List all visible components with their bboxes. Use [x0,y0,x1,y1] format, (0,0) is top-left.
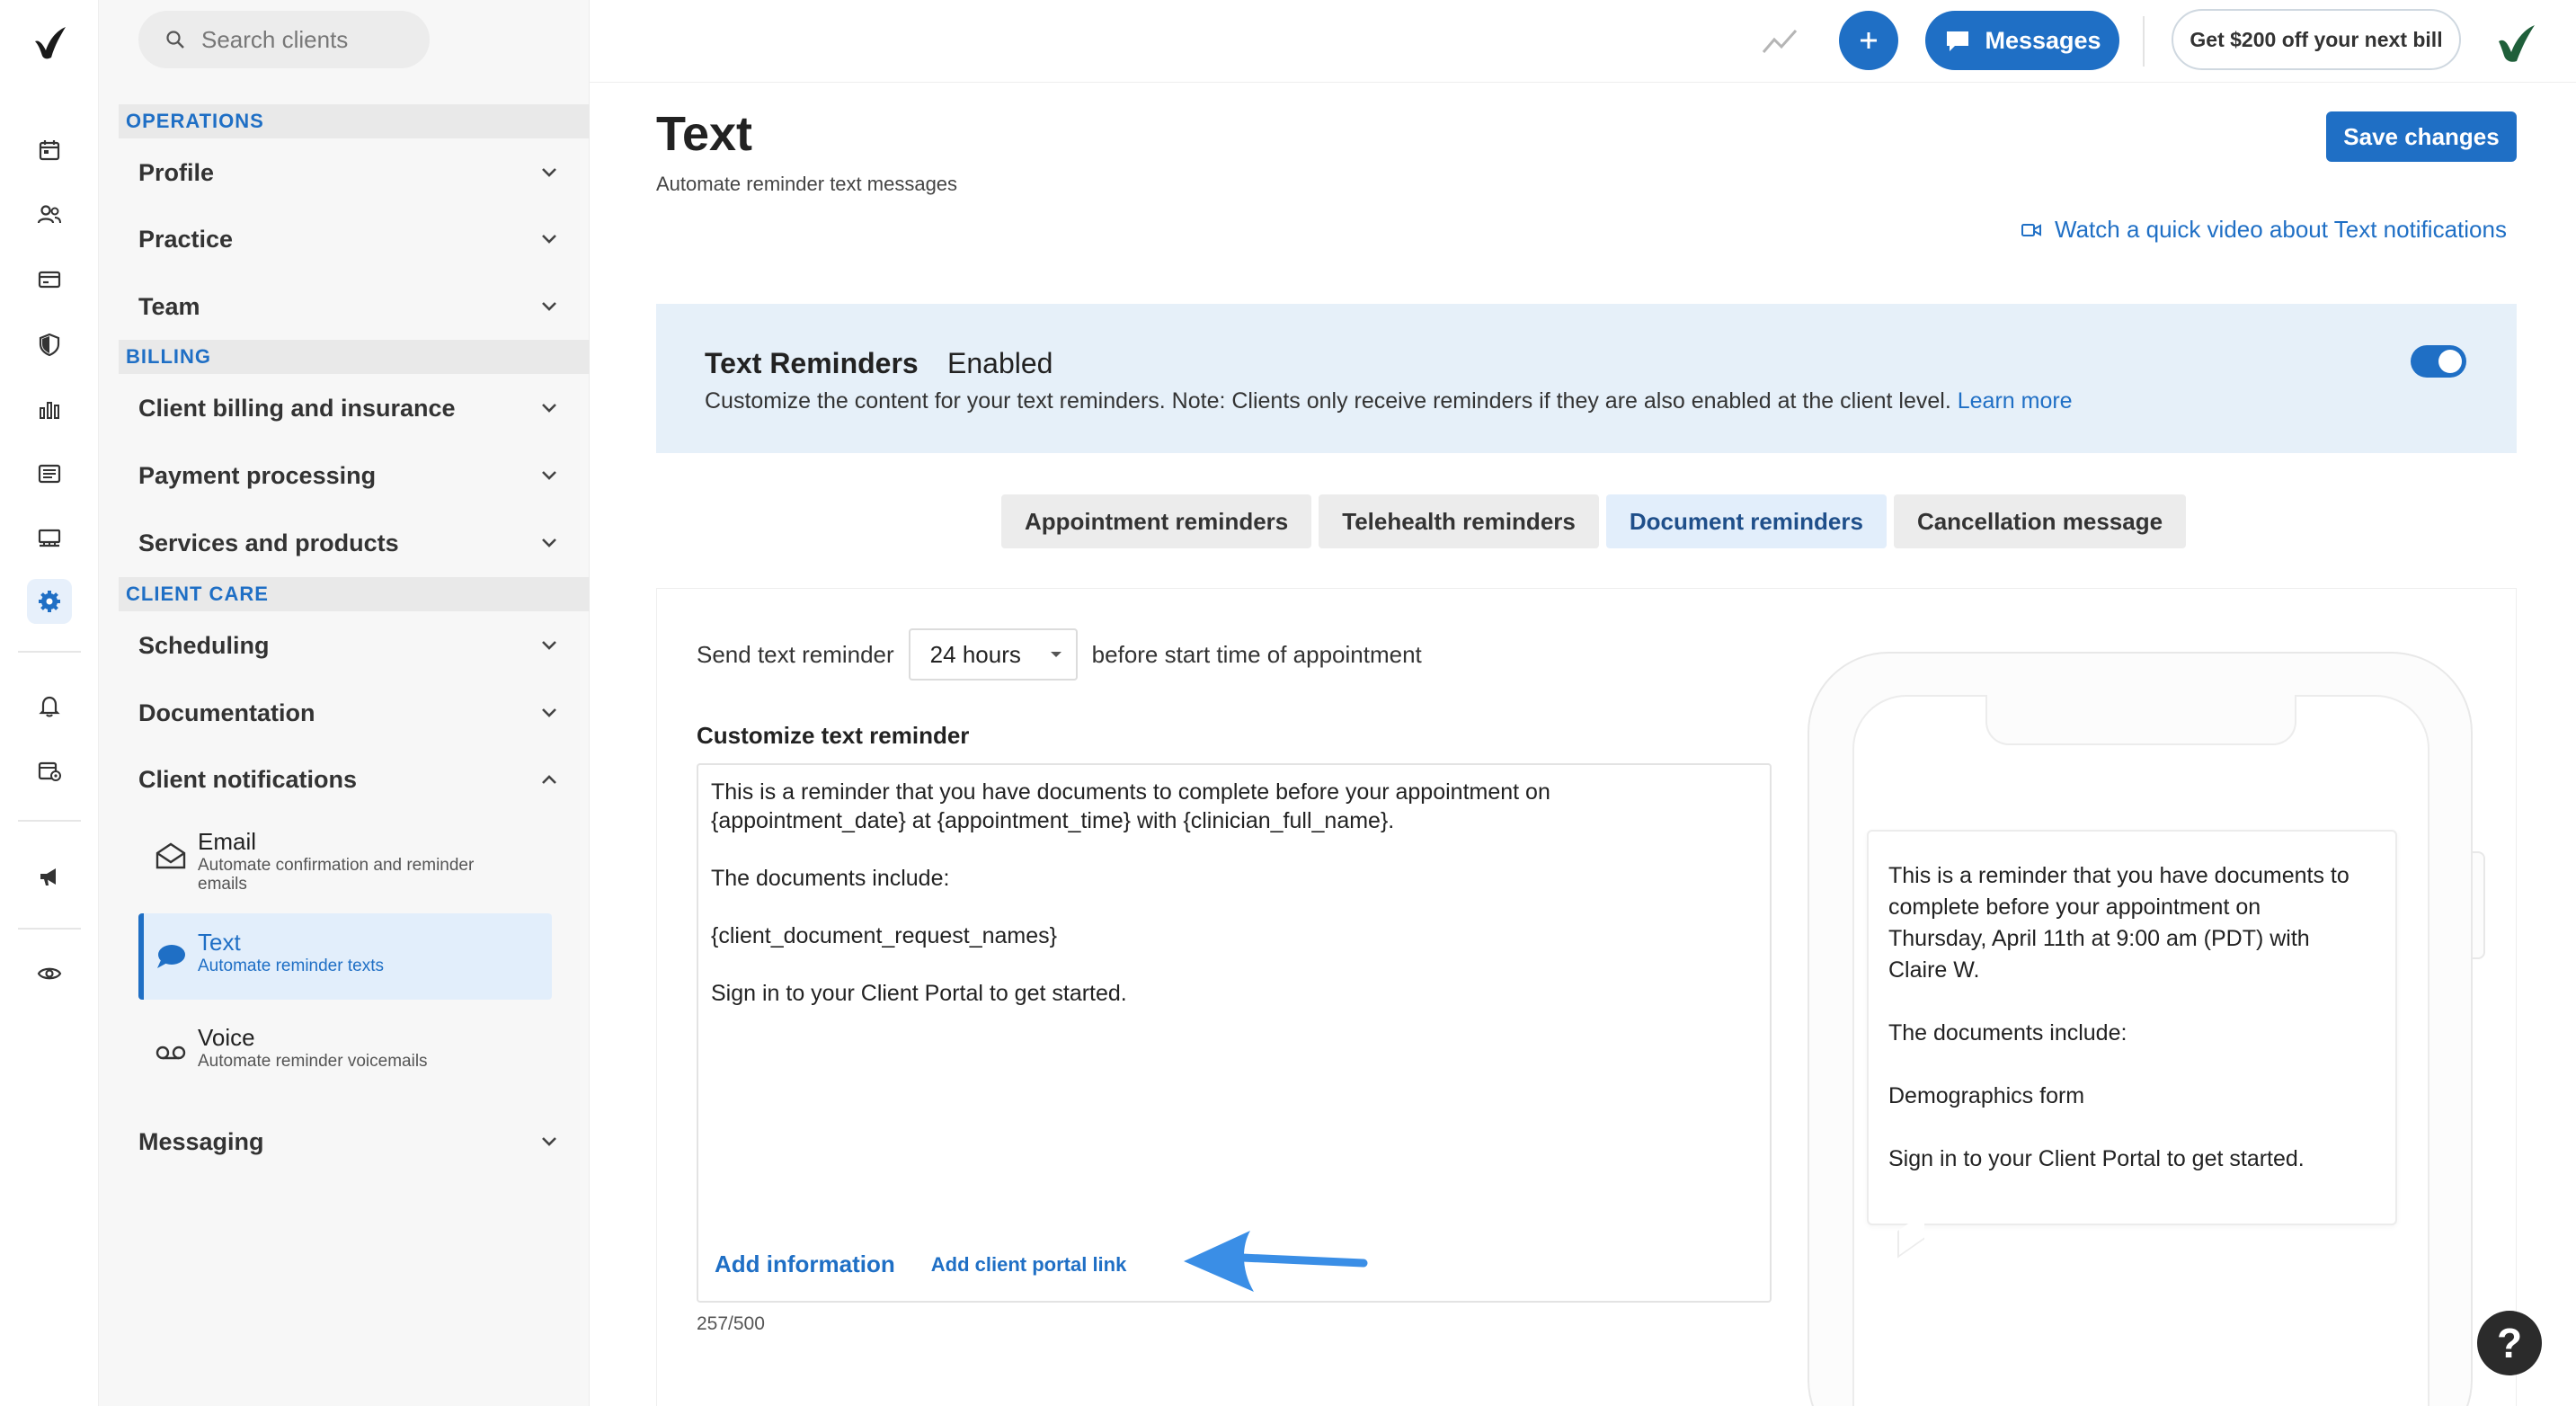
sidebar-item-scheduling[interactable]: Scheduling [138,618,561,672]
page-subtitle: Automate reminder text messages [656,173,958,195]
messages-button[interactable]: Messages [1925,11,2119,70]
top-bar: Messages Get $200 off your next bill [590,0,2576,83]
banner-title: Text Reminders [705,347,919,379]
chevron-down-icon [542,538,556,547]
account-avatar-icon[interactable] [2488,14,2542,68]
reminder-tabs: Appointment reminders Telehealth reminde… [1001,494,2193,548]
customize-label: Customize text reminder [697,722,970,749]
banner-status: Enabled [947,347,1053,379]
text-reminders-banner: Text Reminders Enabled Customize the con… [656,304,2517,453]
calendar-settings-icon[interactable] [27,748,72,793]
clients-icon[interactable] [27,192,72,237]
chevron-up-icon [542,775,556,784]
sidebar-item-documentation[interactable]: Documentation [138,686,561,740]
page-title: Text [656,107,753,161]
promo-button[interactable]: Get $200 off your next bill [2172,9,2461,70]
chevron-down-icon [542,404,556,413]
banner-description: Customize the content for your text remi… [705,388,2073,414]
chevron-down-icon [542,1137,556,1146]
watch-video-link[interactable]: Watch a quick video about Text notificat… [2021,216,2507,244]
chevron-down-icon [542,641,556,650]
sidebar-item-payment-processing[interactable]: Payment processing [138,449,561,503]
reminder-settings-card: Send text reminder 24 hours before start… [656,588,2517,1406]
chevron-down-icon [542,168,556,177]
sidebar-item-client-billing[interactable]: Client billing and insurance [138,381,561,435]
create-new-button[interactable] [1839,11,1898,70]
editor-actions: Add information Add client portal link [715,1250,1126,1278]
tab-cancellation-message[interactable]: Cancellation message [1893,494,2187,548]
voicemail-icon [153,1034,189,1070]
phone-preview: This is a reminder that you have documen… [1808,652,2485,1406]
search-box[interactable] [138,11,430,68]
sidebar-item-practice[interactable]: Practice [138,212,561,266]
search-icon [166,31,184,49]
chevron-down-icon [542,471,556,480]
reminder-text-editor[interactable]: This is a reminder that you have documen… [697,763,1772,1303]
search-input[interactable] [201,25,408,54]
learn-more-link[interactable]: Learn more [1958,388,2073,414]
sidebar-item-profile[interactable]: Profile [138,146,561,200]
visibility-eye-icon[interactable] [27,951,72,996]
chevron-down-icon [542,235,556,244]
sidebar-item-services-products[interactable]: Services and products [138,516,561,570]
section-heading-client-care: CLIENT CARE [119,577,590,611]
sidebar-subitem-voice[interactable]: Voice Automate reminder voicemails [138,1009,552,1095]
notifications-bell-icon[interactable] [27,683,72,728]
add-information-button[interactable]: Add information [715,1250,895,1278]
section-heading-billing: BILLING [119,340,590,374]
tab-document-reminders[interactable]: Document reminders [1605,494,1887,548]
calendar-icon[interactable] [27,128,72,173]
marketplace-icon[interactable] [27,516,72,561]
character-counter: 257/500 [697,1313,765,1334]
analytics-icon[interactable] [27,387,72,432]
tab-telehealth-reminders[interactable]: Telehealth reminders [1319,494,1599,548]
section-heading-operations: OPERATIONS [119,104,590,138]
sidebar-subitem-email[interactable]: Email Automate confirmation and reminder… [138,813,552,899]
billing-card-icon[interactable] [27,257,72,302]
reminder-time-select[interactable]: 24 hours [908,628,1078,681]
reminder-template-text[interactable]: This is a reminder that you have documen… [711,778,1718,1008]
announcements-megaphone-icon[interactable] [27,854,72,899]
chat-bubble-icon [153,939,189,974]
help-button[interactable]: ? [2477,1311,2542,1375]
add-client-portal-link-button[interactable]: Add client portal link [931,1253,1127,1277]
send-reminder-row: Send text reminder 24 hours before start… [697,628,1422,681]
tab-appointment-reminders[interactable]: Appointment reminders [1001,494,1312,548]
save-changes-button[interactable]: Save changes [2326,111,2517,162]
documents-list-icon[interactable] [27,451,72,496]
preview-message-bubble: This is a reminder that you have documen… [1867,830,2397,1225]
chevron-down-icon [542,708,556,717]
sidebar-subitem-text[interactable]: Text Automate reminder texts [138,913,552,1000]
text-reminders-toggle[interactable] [2411,345,2466,378]
video-camera-icon [2021,223,2041,236]
message-bubble-icon [1947,31,1969,51]
chevron-down-icon [542,302,556,311]
sidebar-item-client-notifications[interactable]: Client notifications [138,752,561,806]
settings-sidebar: OPERATIONS Profile Practice Team BILLING… [99,0,590,1406]
insurance-shield-icon[interactable] [27,322,72,367]
caret-down-icon [1050,652,1061,657]
trend-chart-icon[interactable] [1758,20,1801,63]
plus-icon [1861,32,1877,49]
brand-logo-icon[interactable] [30,23,69,63]
settings-gear-icon[interactable] [27,579,72,624]
envelope-open-icon [153,838,189,874]
sidebar-item-messaging[interactable]: Messaging [138,1115,561,1169]
arrow-annotation-icon [1184,1231,1368,1292]
sidebar-item-team[interactable]: Team [138,280,561,334]
icon-rail [0,0,99,1406]
